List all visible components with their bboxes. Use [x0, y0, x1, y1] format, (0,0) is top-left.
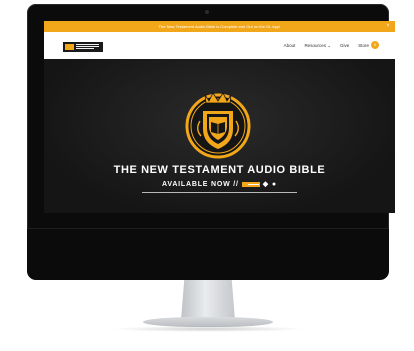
- logo-line: [76, 44, 99, 45]
- nav-about[interactable]: About: [284, 41, 296, 51]
- nav-store[interactable]: Store: [358, 41, 369, 51]
- hero-title: THE NEW TESTAMENT AUDIO BIBLE: [113, 164, 326, 176]
- announcement-bar: The New Testament Audio Bible is Complet…: [44, 21, 395, 32]
- camera: [205, 10, 209, 14]
- android-icon[interactable]: ◆: [263, 180, 269, 188]
- chin-divider: [27, 228, 389, 229]
- stand-shadow: [110, 326, 306, 332]
- crest-emblem-icon: [185, 92, 251, 159]
- cart-badge[interactable]: 0: [371, 41, 379, 49]
- monitor-stand: [181, 280, 235, 320]
- nav-resources[interactable]: Resources ⌄: [304, 41, 331, 51]
- announcement-text[interactable]: The New Testament Audio Bible is Complet…: [159, 24, 281, 29]
- apple-icon[interactable]: ●: [272, 181, 277, 188]
- app-logo[interactable]: [241, 181, 260, 187]
- logo-mark: [65, 44, 74, 50]
- hero-subtitle-row: AVAILABLE NOW // ◆ ●: [44, 180, 395, 189]
- logo-line: [76, 48, 94, 49]
- hero-subtitle: AVAILABLE NOW //: [162, 180, 239, 188]
- logo-line: [76, 46, 99, 47]
- apple-logo-icon: [201, 264, 215, 278]
- nav-links: About Resources ⌄ Give Store: [284, 41, 369, 51]
- close-icon[interactable]: ×: [384, 21, 392, 32]
- website-screen: The New Testament Audio Bible is Complet…: [44, 21, 395, 213]
- hero-underline: [142, 192, 297, 193]
- nav-give[interactable]: Give: [340, 41, 349, 51]
- navbar: About Resources ⌄ Give Store 0: [44, 32, 395, 59]
- hero-section: THE NEW TESTAMENT AUDIO BIBLE AVAILABLE …: [44, 59, 395, 213]
- site-logo[interactable]: [63, 42, 103, 52]
- monitor-chin: [27, 228, 389, 280]
